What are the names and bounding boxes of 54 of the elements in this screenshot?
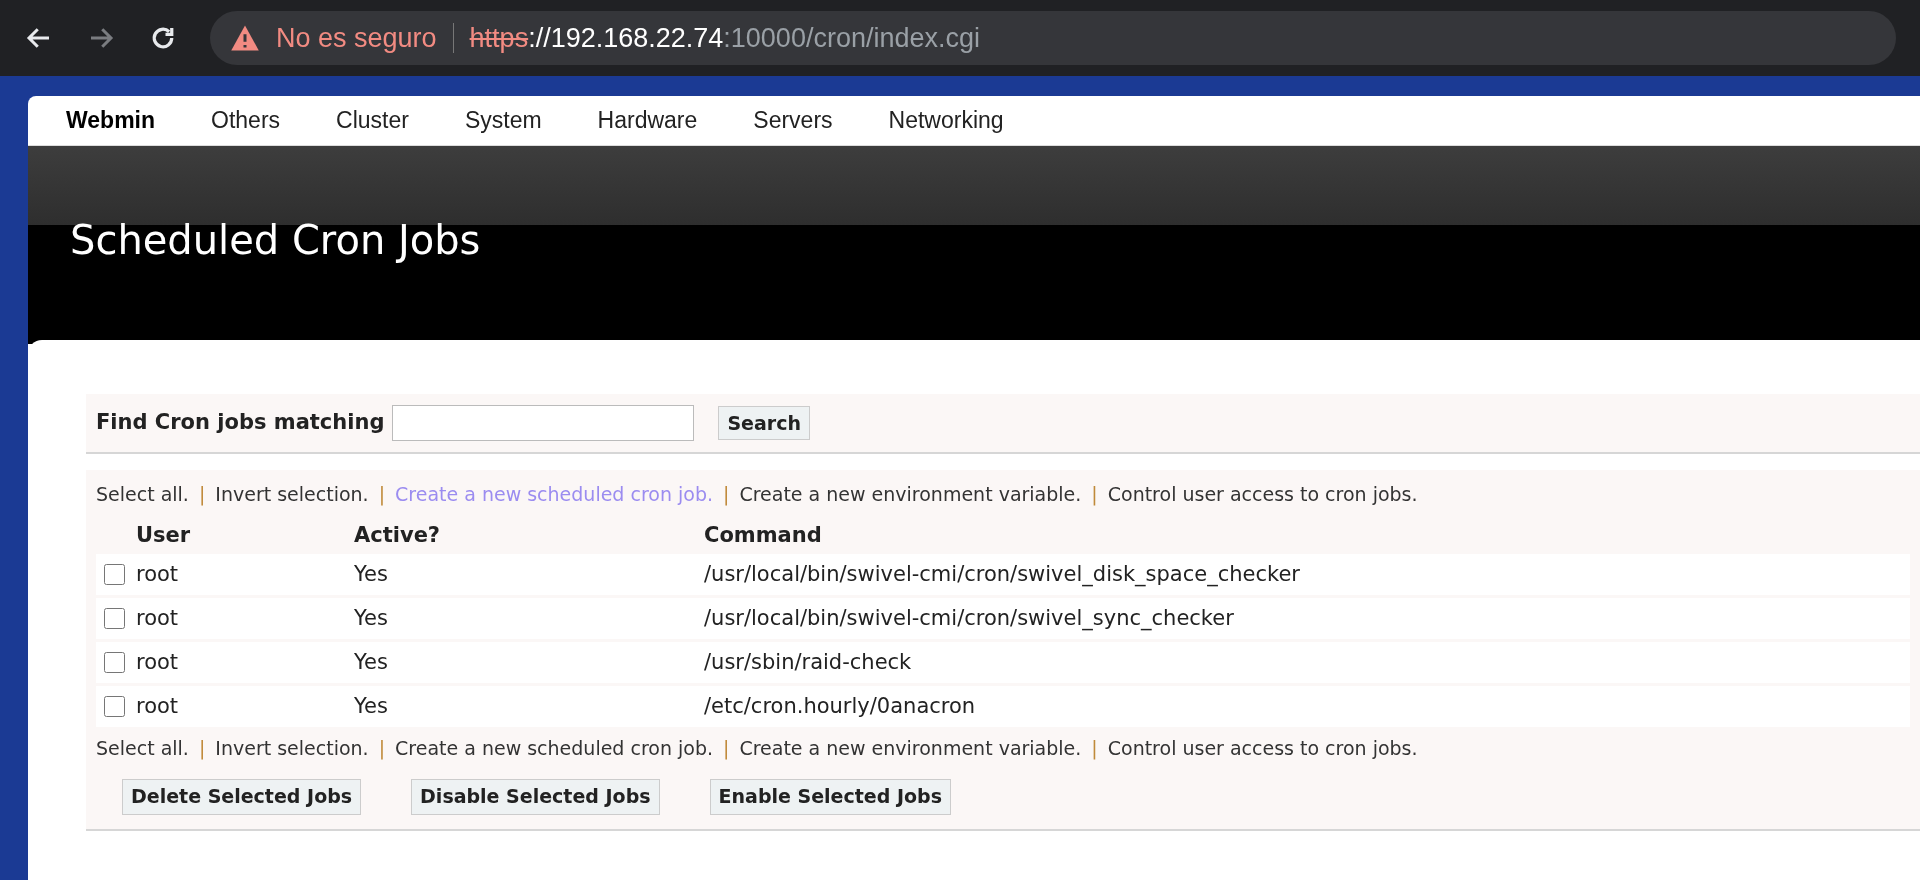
row-checkbox[interactable] xyxy=(104,564,125,586)
table-cell: root xyxy=(136,598,354,639)
row-checkbox[interactable] xyxy=(104,608,125,630)
table-cell: /etc/cron.hourly/0anacron xyxy=(704,686,1910,727)
action-button[interactable]: Disable Selected Jobs xyxy=(411,778,660,815)
action-link[interactable]: Create a new environment variable. xyxy=(739,480,1082,509)
action-link[interactable]: Control user access to cron jobs. xyxy=(1107,734,1418,763)
nav-tab[interactable]: Webmin xyxy=(66,103,156,138)
nav-tab[interactable]: Others xyxy=(211,103,281,138)
search-button[interactable]: Search xyxy=(718,406,810,440)
table-cell: root xyxy=(136,642,354,683)
link-separator: | xyxy=(198,736,206,762)
search-label: Find Cron jobs matching xyxy=(96,409,385,437)
nav-tab[interactable]: System xyxy=(464,103,542,138)
table-cell: /usr/sbin/raid-check xyxy=(704,642,1910,683)
link-separator: | xyxy=(378,482,386,508)
column-header: Active? xyxy=(354,521,442,549)
column-header: Command xyxy=(704,521,823,549)
row-checkbox[interactable] xyxy=(104,696,125,718)
action-button[interactable]: Enable Selected Jobs xyxy=(709,778,951,815)
nav-tab[interactable]: Servers xyxy=(753,103,833,138)
security-warning: No es seguro xyxy=(276,21,437,55)
address-bar[interactable]: No es seguro https://192.168.22.74:10000/cron/index.cgi xyxy=(210,11,1896,65)
nav-tab[interactable]: Hardware xyxy=(597,103,698,138)
page-title: Scheduled Cron Jobs xyxy=(70,216,481,265)
action-link[interactable]: Create a new scheduled cron job. xyxy=(395,734,713,763)
action-link[interactable]: Create a new environment variable. xyxy=(739,734,1082,763)
table-cell: Yes xyxy=(354,642,704,683)
link-separator: | xyxy=(378,736,386,762)
table-cell: Yes xyxy=(354,598,704,639)
action-link[interactable]: Control user access to cron jobs. xyxy=(1107,480,1418,509)
table-cell: /usr/local/bin/swivel-cmi/cron/swivel_disk_space_checker xyxy=(704,554,1910,595)
column-header: User xyxy=(136,521,192,549)
search-field[interactable] xyxy=(392,405,695,441)
action-button[interactable]: Delete Selected Jobs xyxy=(122,778,362,815)
action-link[interactable]: Select all. xyxy=(96,734,189,763)
table-cell: /usr/local/bin/swivel-cmi/cron/swivel_sync_checker xyxy=(704,598,1910,639)
link-separator: | xyxy=(723,482,730,508)
warning-icon xyxy=(230,24,260,52)
table-cell: Yes xyxy=(354,686,704,727)
table-cell: Yes xyxy=(354,554,704,595)
nav-tab[interactable]: Networking xyxy=(888,103,1004,138)
table-cell: root xyxy=(136,554,354,595)
link-separator: | xyxy=(198,482,206,508)
action-link[interactable]: Select all. xyxy=(96,480,189,509)
url-text: https://192.168.22.74:10000/cron/index.cgi xyxy=(469,21,980,55)
row-checkbox[interactable] xyxy=(104,652,125,674)
nav-tab[interactable]: Cluster xyxy=(336,103,409,138)
action-link[interactable]: Invert selection. xyxy=(215,480,369,509)
link-separator: | xyxy=(723,736,730,762)
action-link[interactable]: Invert selection. xyxy=(215,734,369,763)
link-separator: | xyxy=(1091,736,1098,762)
table-cell: root xyxy=(136,686,354,727)
link-separator: | xyxy=(1091,482,1098,508)
